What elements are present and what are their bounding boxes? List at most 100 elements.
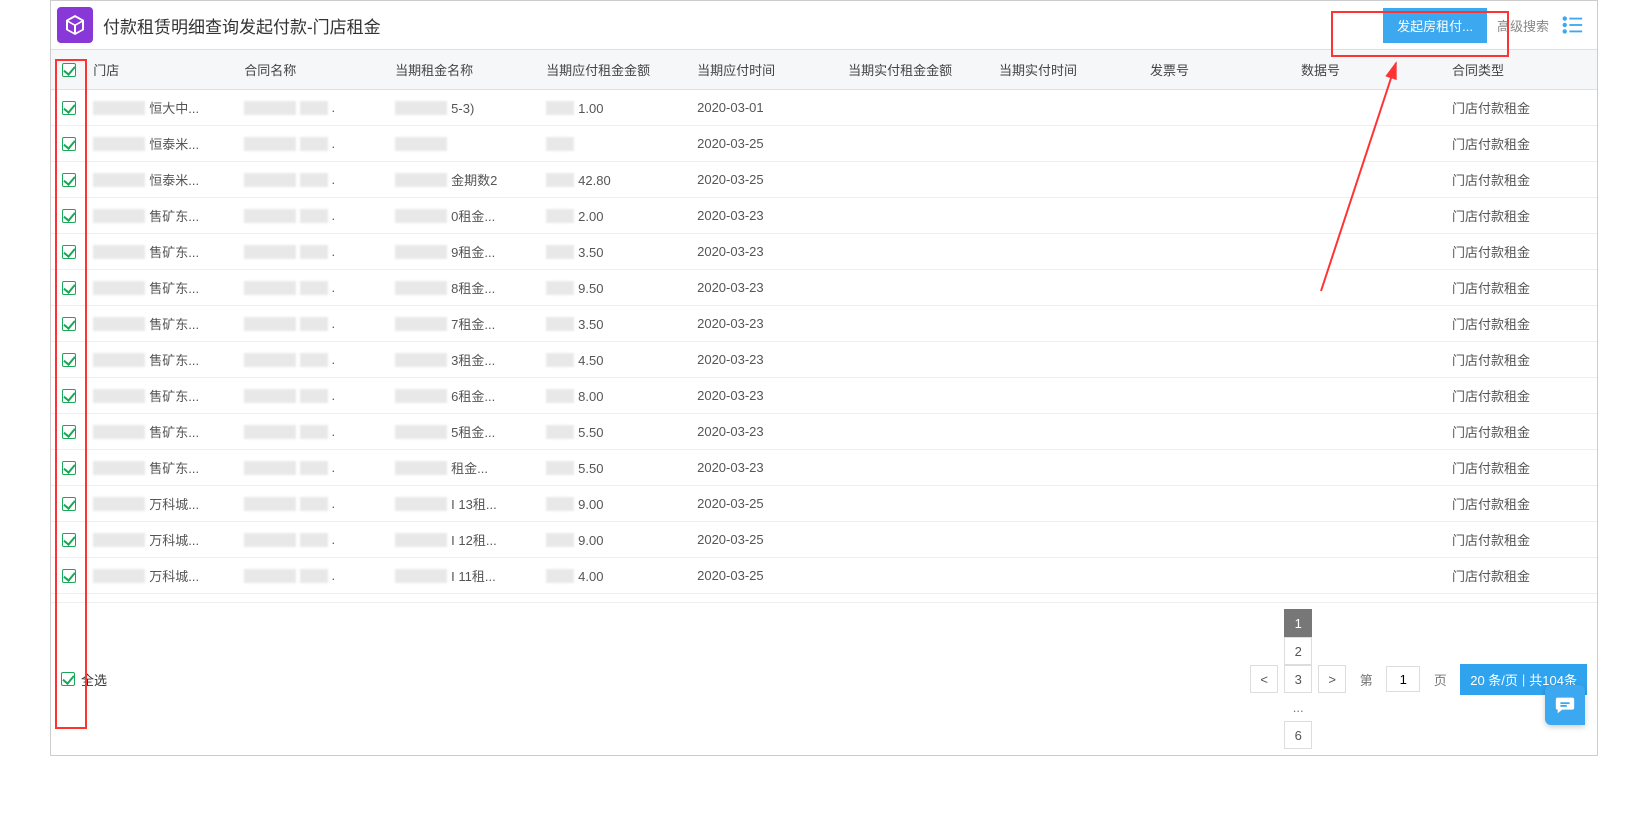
paid-date-cell	[993, 450, 1144, 486]
row-checkbox[interactable]	[62, 569, 76, 583]
prev-page-button[interactable]: <	[1250, 665, 1278, 693]
due-amount-cell: 1.00	[578, 101, 603, 116]
store-cell: 售矿东...	[149, 245, 199, 260]
col-data-id[interactable]: 数据号	[1295, 50, 1446, 90]
table-row[interactable]: 售矿东... .7租金...3.502020-03-23门店付款租金	[51, 306, 1597, 342]
data-id-cell	[1295, 306, 1446, 342]
row-checkbox[interactable]	[62, 461, 76, 475]
row-checkbox[interactable]	[62, 209, 76, 223]
page-1-button[interactable]: 1	[1284, 609, 1312, 637]
paid-amount-cell	[842, 198, 993, 234]
header-checkbox[interactable]	[62, 63, 76, 77]
contract-cell: .	[331, 244, 335, 259]
page-3-button[interactable]: 3	[1284, 665, 1312, 693]
list-settings-icon[interactable]	[1559, 11, 1587, 39]
invoice-cell	[1144, 378, 1295, 414]
store-cell: 万科城...	[149, 497, 199, 512]
col-paid-amount[interactable]: 当期实付租金金额	[842, 50, 993, 90]
paid-date-cell	[993, 198, 1144, 234]
table-row[interactable]: 恒泰米... .金期数242.802020-03-25门店付款租金	[51, 162, 1597, 198]
col-paid-date[interactable]: 当期实付时间	[993, 50, 1144, 90]
store-cell: 售矿东...	[149, 317, 199, 332]
rent-name-cell: 租金...	[451, 461, 488, 476]
row-checkbox[interactable]	[62, 533, 76, 547]
store-cell: 售矿东...	[149, 389, 199, 404]
data-id-cell	[1295, 342, 1446, 378]
contract-cell: .	[331, 460, 335, 475]
row-checkbox[interactable]	[62, 389, 76, 403]
invoice-cell	[1144, 162, 1295, 198]
row-checkbox[interactable]	[62, 353, 76, 367]
rent-name-cell: 8租金...	[451, 281, 495, 296]
col-contract[interactable]: 合同名称	[238, 50, 389, 90]
paid-amount-cell	[842, 522, 993, 558]
page-6-button[interactable]: 6	[1284, 721, 1312, 749]
due-amount-cell: 9.50	[578, 281, 603, 296]
row-checkbox[interactable]	[62, 245, 76, 259]
store-cell: 售矿东...	[149, 281, 199, 296]
due-date-cell: 2020-03-25	[691, 558, 842, 594]
paid-date-cell	[993, 306, 1144, 342]
invoice-cell	[1144, 450, 1295, 486]
row-checkbox[interactable]	[62, 317, 76, 331]
next-page-button[interactable]: >	[1318, 665, 1346, 693]
store-cell: 售矿东...	[149, 461, 199, 476]
paid-amount-cell	[842, 270, 993, 306]
table-row[interactable]: 售矿东... .租金...5.502020-03-23门店付款租金	[51, 450, 1597, 486]
invoice-cell	[1144, 594, 1295, 603]
col-store[interactable]: 门店	[87, 50, 238, 90]
col-due-date[interactable]: 当期应付时间	[691, 50, 842, 90]
rent-name-cell: 6租金...	[451, 389, 495, 404]
row-checkbox[interactable]	[62, 173, 76, 187]
page-title: 付款租赁明细查询发起付款-门店租金	[103, 13, 381, 38]
paid-date-cell	[993, 270, 1144, 306]
rent-name-cell: 3租金...	[451, 353, 495, 368]
page-input[interactable]	[1386, 666, 1420, 692]
row-checkbox[interactable]	[62, 137, 76, 151]
col-contract-type[interactable]: 合同类型	[1446, 50, 1597, 90]
due-amount-cell: 3.50	[578, 317, 603, 332]
advanced-search-button[interactable]: 高级搜索	[1497, 16, 1549, 35]
table-row[interactable]: 售矿东... .8租金...9.502020-03-23门店付款租金	[51, 270, 1597, 306]
row-checkbox[interactable]	[62, 281, 76, 295]
row-checkbox[interactable]	[62, 425, 76, 439]
row-checkbox[interactable]	[62, 497, 76, 511]
table-row[interactable]: 售矿东... .3租金...4.502020-03-23门店付款租金	[51, 342, 1597, 378]
cube-icon	[63, 13, 87, 37]
store-cell: 万科城...	[149, 533, 199, 548]
table-row[interactable]: 恒泰米... .2020-03-25门店付款租金	[51, 126, 1597, 162]
table-row[interactable]: 售矿东... .0租金...2.002020-03-23门店付款租金	[51, 198, 1597, 234]
table-row[interactable]: 万科城... .I 12租...9.002020-03-25门店付款租金	[51, 522, 1597, 558]
table-row[interactable]: 售矿东... .6租金...8.002020-03-23门店付款租金	[51, 378, 1597, 414]
paid-date-cell	[993, 126, 1144, 162]
col-invoice[interactable]: 发票号	[1144, 50, 1295, 90]
invoice-cell	[1144, 126, 1295, 162]
due-date-cell: 2020-03-01	[691, 90, 842, 126]
table-row[interactable]: 万科城... .I 10租...7.002020-03-25门店付款租金	[51, 594, 1597, 603]
data-id-cell	[1295, 126, 1446, 162]
rent-name-cell: I 12租...	[451, 533, 497, 548]
paid-amount-cell	[842, 378, 993, 414]
table-row[interactable]: 售矿东... .9租金...3.502020-03-23门店付款租金	[51, 234, 1597, 270]
table-row[interactable]: 万科城... .I 11租...4.002020-03-25门店付款租金	[51, 558, 1597, 594]
contract-type-cell: 门店付款租金	[1446, 198, 1597, 234]
paid-amount-cell	[842, 414, 993, 450]
row-checkbox[interactable]	[62, 101, 76, 115]
initiate-payment-button[interactable]: 发起房租付...	[1383, 8, 1487, 43]
paid-amount-cell	[842, 126, 993, 162]
paid-amount-cell	[842, 486, 993, 522]
store-cell: 恒泰米...	[149, 137, 199, 152]
col-rent-name[interactable]: 当期租金名称	[389, 50, 540, 90]
contract-cell: .	[331, 388, 335, 403]
rent-name-cell: 金期数2	[451, 173, 497, 188]
select-all-checkbox[interactable]	[61, 672, 75, 686]
due-amount-cell: 4.00	[578, 569, 603, 584]
table-row[interactable]: 恒大中... .5-3)1.002020-03-01门店付款租金	[51, 90, 1597, 126]
col-due-amount[interactable]: 当期应付租金金额	[540, 50, 691, 90]
due-amount-cell: 3.50	[578, 245, 603, 260]
chat-support-button[interactable]	[1545, 685, 1585, 725]
page-2-button[interactable]: 2	[1284, 637, 1312, 665]
table-row[interactable]: 售矿东... .5租金...5.502020-03-23门店付款租金	[51, 414, 1597, 450]
chat-icon	[1554, 694, 1576, 716]
table-row[interactable]: 万科城... .I 13租...9.002020-03-25门店付款租金	[51, 486, 1597, 522]
